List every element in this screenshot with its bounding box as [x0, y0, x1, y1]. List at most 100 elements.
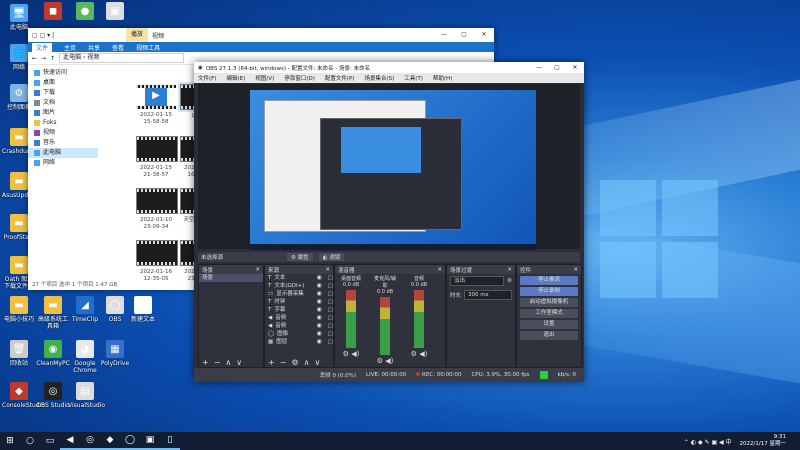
source-item[interactable]: ▭ 显示器采集 ◉ ▢ — [265, 290, 333, 298]
address-crumb-videos[interactable]: 视频 — [87, 54, 99, 61]
visibility-eye-icon[interactable]: ◉ — [317, 338, 322, 346]
nav-item[interactable]: 下载 — [28, 88, 98, 98]
lock-icon[interactable]: ▢ — [328, 330, 333, 338]
desktop-icon[interactable]: 🖥 此电脑 — [2, 4, 36, 31]
explorer-titlebar[interactable]: ▢ ▢ ▾ | 播放 视频 — ▢ ✕ — [28, 28, 494, 42]
visibility-eye-icon[interactable]: ◉ — [317, 290, 322, 298]
source-item[interactable]: T 文本(GDI+) ◉ ▢ — [265, 282, 333, 290]
taskbar-app-icon[interactable]: ◆ — [100, 432, 120, 450]
lock-icon[interactable]: ▢ — [328, 282, 333, 290]
duration-input[interactable]: 300 ms — [464, 290, 512, 300]
move-up-icon[interactable]: ∧ — [225, 358, 231, 367]
obs-titlebar[interactable]: ◉ OBS 27.1.3 (64-bit, windows) - 配置文件: 未… — [194, 62, 584, 73]
volume-meter[interactable] — [380, 297, 390, 355]
nav-item[interactable]: 桌面 — [28, 78, 98, 88]
taskbar-app-icon[interactable]: ▣ — [140, 432, 160, 450]
control-button[interactable]: 停止录制 — [520, 287, 578, 296]
lock-icon[interactable]: ▢ — [328, 274, 333, 282]
minimize-icon[interactable]: — — [434, 28, 454, 42]
desktop-icon[interactable]: ◉ CleanMyPC — [36, 340, 70, 367]
gear-icon[interactable]: ⚙ — [291, 358, 298, 367]
explorer-ribbon[interactable]: 文件 主页 共享 查看 视频工具 — [28, 42, 494, 52]
maximize-icon[interactable]: ▢ — [454, 28, 474, 42]
ribbon-tab-video-tools[interactable]: 视频工具 — [136, 43, 160, 52]
close-icon[interactable]: ✕ — [566, 62, 584, 73]
obs-menu-item[interactable]: 场景集合(S) — [364, 74, 394, 82]
desktop-icon[interactable]: ▯ 新建文本 — [126, 296, 160, 323]
visibility-eye-icon[interactable]: ◉ — [317, 322, 322, 330]
taskbar-app-icon[interactable]: ▯ — [160, 432, 180, 450]
obs-menu-item[interactable]: 编辑(E) — [226, 74, 245, 82]
visibility-eye-icon[interactable]: ◉ — [317, 282, 322, 290]
address-crumb-pc[interactable]: 此电脑 — [63, 54, 81, 61]
explorer-context-tab[interactable]: 播放 — [126, 28, 148, 42]
desktop-icon[interactable]: ▦ PolyDrive — [98, 340, 132, 367]
search-icon[interactable]: ○ — [20, 432, 40, 450]
visibility-eye-icon[interactable]: ◉ — [317, 298, 322, 306]
source-item[interactable]: T 文本 ◉ ▢ — [265, 274, 333, 282]
visibility-eye-icon[interactable]: ◉ — [317, 274, 322, 282]
dock-close-icon[interactable]: ✕ — [255, 267, 263, 273]
desktop-icon[interactable]: ◼ — [36, 2, 70, 22]
gear-icon[interactable]: ⚙ — [343, 350, 349, 358]
desktop-icon[interactable]: ▬ 电脑小技巧 — [2, 296, 36, 323]
obs-menu-item[interactable]: 停靠窗口(D) — [284, 74, 315, 82]
nav-item[interactable]: 快速访问 — [28, 68, 98, 78]
obs-menu-item[interactable]: 帮助(H) — [433, 74, 452, 82]
ribbon-tab-share[interactable]: 共享 — [88, 43, 100, 52]
lock-icon[interactable]: ▢ — [328, 290, 333, 298]
visibility-eye-icon[interactable]: ◉ — [317, 314, 322, 322]
desktop-icon[interactable]: ◕ Google Chrome — [68, 340, 102, 374]
file-tile[interactable]: 2022-01-15 21-38-57 — [136, 136, 178, 179]
lock-icon[interactable]: ▢ — [328, 298, 333, 306]
obs-menu-item[interactable]: 配置文件(P) — [325, 74, 355, 82]
gear-icon[interactable]: ⚙ — [377, 357, 383, 365]
add-icon[interactable]: + — [202, 358, 209, 367]
source-item[interactable]: T 字幕 ◉ ▢ — [265, 306, 333, 314]
speaker-icon[interactable]: ◀) — [385, 357, 393, 365]
speaker-icon[interactable]: ◀) — [419, 350, 427, 358]
maximize-icon[interactable]: ▢ — [548, 62, 566, 73]
lock-icon[interactable]: ▢ — [328, 322, 333, 330]
remove-icon[interactable]: − — [280, 358, 287, 367]
nav-item[interactable]: 视频 — [28, 128, 98, 138]
scene-item[interactable]: 场景 — [199, 274, 263, 282]
start-button[interactable]: ⊞ — [0, 432, 20, 450]
desktop-icon[interactable]: ● — [68, 2, 102, 22]
source-item[interactable]: ◀ 音频 ◉ ▢ — [265, 322, 333, 330]
ribbon-tab-view[interactable]: 查看 — [112, 43, 124, 52]
lock-icon[interactable]: ▢ — [328, 338, 333, 346]
obs-menu-item[interactable]: 文件(F) — [198, 74, 216, 82]
desktop-icon[interactable]: ◎ OBS Studio — [36, 382, 70, 409]
control-button[interactable]: 退出 — [520, 331, 578, 340]
desktop-icon[interactable]: 🗑 回收站 — [2, 340, 36, 367]
lock-icon[interactable]: ▢ — [328, 306, 333, 314]
nav-item[interactable]: 音乐 — [28, 138, 98, 148]
taskbar-app-icon[interactable]: ◯ — [120, 432, 140, 450]
remove-icon[interactable]: − — [214, 358, 221, 367]
transition-type-select[interactable]: 淡出 — [450, 276, 505, 286]
source-item[interactable]: T 时钟 ◉ ▢ — [265, 298, 333, 306]
nav-item[interactable]: 网络 — [28, 158, 98, 168]
source-item[interactable]: ◯ 图像 ◉ ▢ — [265, 330, 333, 338]
control-button[interactable]: 设置 — [520, 320, 578, 329]
taskbar-clock[interactable]: 9:31 2022/1/17 星期一 — [740, 434, 786, 448]
desktop-icon[interactable]: ▬ 高级系统工具箱 — [36, 296, 70, 330]
desktop-icon[interactable]: ▣ — [98, 2, 132, 22]
taskbar-app-icon[interactable]: ▭ — [40, 432, 60, 450]
move-down-icon[interactable]: ∨ — [236, 358, 242, 367]
visibility-eye-icon[interactable]: ◉ — [317, 330, 322, 338]
control-button[interactable]: 停止推流 — [520, 276, 578, 285]
source-item[interactable]: ◀ 音频 ◉ ▢ — [265, 314, 333, 322]
obs-window-controls[interactable]: — ▢ ✕ — [530, 62, 584, 73]
file-tile[interactable]: 2022-01-16 12-35-05 — [136, 240, 178, 283]
desktop-icon[interactable]: ◢ TimeClip — [68, 296, 102, 323]
close-icon[interactable]: ✕ — [474, 28, 494, 42]
gear-icon[interactable]: ⚙ — [411, 350, 417, 358]
gear-icon[interactable]: ⚙ — [507, 278, 512, 284]
obs-window[interactable]: ◉ OBS 27.1.3 (64-bit, windows) - 配置文件: 未… — [194, 62, 584, 382]
file-tile[interactable]: ▶ 2022-01-15 15-58-58 — [136, 84, 176, 126]
taskbar-app-icon[interactable]: ◀ — [60, 432, 80, 450]
nav-item[interactable]: Foks — [28, 118, 98, 128]
source-item[interactable]: ▦ 图层 ◉ ▢ — [265, 338, 333, 346]
